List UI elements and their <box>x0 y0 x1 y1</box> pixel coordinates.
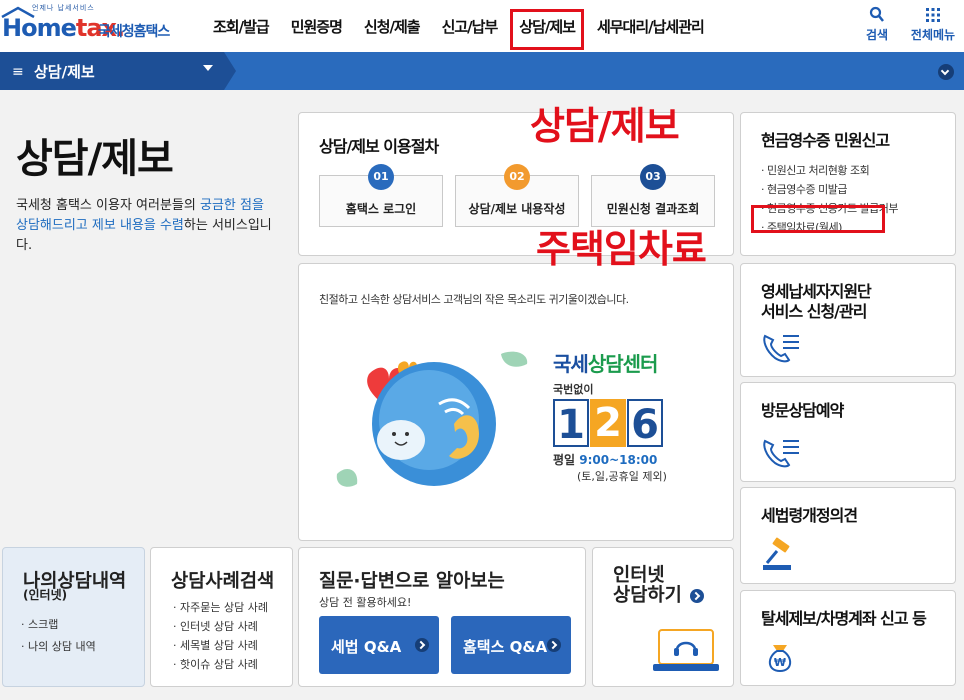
button-label: 홈택스 Q&A <box>463 638 548 656</box>
intro-section: 상담/제보 국세청 홈택스 이용자 여러분들의 궁금한 점을 상담해드리고 제보… <box>0 90 296 545</box>
arrow-right-icon <box>547 638 561 652</box>
page-title: 상담/제보 <box>16 136 174 182</box>
menu-item-agent[interactable]: 세무대리/납세관리 <box>586 0 715 52</box>
card-title: 영세납세자지원단 서비스 신청/관리 <box>761 282 872 321</box>
menu-item-consult[interactable]: 상담/제보 <box>508 0 586 52</box>
internet-consult-card[interactable]: 인터넷 상담하기 <box>592 547 734 687</box>
sub-nav-bar: ≡ 상담/제보 <box>0 52 964 90</box>
banner-message: 친절하고 신속한 상담서비스 고객님의 작은 목소리도 귀기울이겠습니다. <box>319 293 629 306</box>
search-label: 검색 <box>865 28 889 42</box>
hamburger-icon: ≡ <box>12 64 24 80</box>
card-title: 질문·답변으로 알아보는 <box>319 571 505 592</box>
call-number-126: 1 2 6 <box>553 399 667 448</box>
search-icon <box>869 6 884 22</box>
search-button[interactable]: 검색 <box>852 6 902 43</box>
main-menu: 조회/발급 민원증명 신청/제출 신고/납부 상담/제보 세무대리/납세관리 <box>202 0 715 52</box>
button-label: 세법 Q&A <box>331 638 402 656</box>
laptop-headset-icon <box>653 629 719 671</box>
closed-days: (토,일,공휴일 제외) <box>577 470 667 483</box>
all-menu-button[interactable]: 전체메뉴 <box>908 6 958 43</box>
digit: 1 <box>553 399 589 448</box>
case-list: · 자주묻는 상담 사례 · 인터넷 상담 사례 · 세목별 상담 사례 · 핫… <box>173 598 268 674</box>
my-consult-list: · 스크랩 · 나의 상담 내역 <box>21 614 96 658</box>
list-item[interactable]: · 나의 상담 내역 <box>21 636 96 658</box>
call-center-banner: 친절하고 신속한 상담서비스 고객님의 작은 목소리도 귀기울이겠습니다. 국세… <box>298 263 734 541</box>
expand-circle-icon[interactable] <box>938 64 954 80</box>
logo-tagline: 언제나 납세서비스 <box>32 4 95 12</box>
visit-reservation-card[interactable]: 방문상담예약 <box>740 382 956 482</box>
annotation-consult: 상담/제보 <box>530 104 680 148</box>
caret-down-icon <box>203 65 213 71</box>
gavel-icon <box>763 537 791 570</box>
list-item[interactable]: · 핫이슈 상담 사례 <box>173 655 268 674</box>
no-area-code-label: 국번없이 <box>553 383 594 396</box>
card-title: 탈세제보/차명계좌 신고 등 <box>761 609 927 628</box>
list-item[interactable]: · 민원신고 처리현황 조회 <box>761 161 898 180</box>
arrow-right-icon <box>415 638 429 652</box>
step-label: 상담/제보 내용작성 <box>468 202 566 216</box>
all-menu-label: 전체메뉴 <box>910 28 956 42</box>
tax-law-qa-button[interactable]: 세법 Q&A <box>319 616 439 674</box>
call-center-brand: 국세상담센터 <box>553 352 658 376</box>
card-subtitle: (인터넷) <box>23 588 68 602</box>
annotation-rent: 주택임차료 <box>536 227 707 271</box>
list-item[interactable]: · 자주묻는 상담 사례 <box>173 598 268 617</box>
step-number: 03 <box>640 164 666 190</box>
digit: 2 <box>590 399 626 447</box>
breadcrumb-label: 상담/제보 <box>34 63 95 81</box>
cash-receipt-title: 현금영수증 민원신고 <box>761 131 890 150</box>
qa-card: 질문·답변으로 알아보는 상담 전 활용하세요! 세법 Q&A 홈택스 Q&A <box>298 547 586 687</box>
card-title: 인터넷 상담하기 <box>613 566 705 606</box>
highlight-box <box>751 205 885 233</box>
my-consult-history-card[interactable]: 나의상담내역 (인터넷) · 스크랩 · 나의 상담 내역 <box>2 547 145 687</box>
card-subtitle: 상담 전 활용하세요! <box>319 596 412 609</box>
digit: 6 <box>627 399 663 448</box>
small-taxpayer-card[interactable]: 영세납세자지원단 서비스 신청/관리 <box>740 263 956 377</box>
phone-globe-illustration <box>336 351 528 487</box>
tax-evasion-report-card[interactable]: 탈세제보/차명계좌 신고 등 ₩ <box>740 590 956 686</box>
hometax-qa-button[interactable]: 홈택스 Q&A <box>451 616 571 674</box>
weekday-hours: 평일 9:00~18:00 <box>553 453 658 467</box>
svg-text:₩: ₩ <box>774 656 786 669</box>
card-title: 세법령개정의견 <box>761 506 858 525</box>
phone-icon <box>763 334 799 363</box>
card-title: 방문상담예약 <box>761 401 844 420</box>
list-item[interactable]: · 인터넷 상담 사례 <box>173 617 268 636</box>
procedure-title: 상담/제보 이용절차 <box>319 137 439 156</box>
menu-item-filing[interactable]: 신고/납부 <box>431 0 509 52</box>
step-login[interactable]: 01 홈택스 로그인 <box>319 164 443 227</box>
list-item[interactable]: · 세목별 상담 사례 <box>173 636 268 655</box>
menu-item-certificate[interactable]: 민원증명 <box>280 0 353 52</box>
call-center-info: 국세상담센터 국번없이 1 2 6 평일 9:00~18:00 (토,일,공휴일… <box>553 348 667 484</box>
list-item[interactable]: · 스크랩 <box>21 614 96 636</box>
arrow-right-icon <box>690 588 705 603</box>
step-label: 민원신청 결과조회 <box>606 202 700 216</box>
card-title: 상담사례검색 <box>171 571 275 592</box>
tax-law-opinion-card[interactable]: 세법령개정의견 <box>740 487 956 584</box>
grid-menu-icon <box>926 8 940 22</box>
breadcrumb-dropdown[interactable]: ≡ 상담/제보 <box>0 52 236 90</box>
menu-item-apply[interactable]: 신청/제출 <box>353 0 431 52</box>
list-item[interactable]: · 현금영수증 미발급 <box>761 180 898 199</box>
logo-nts-text: 국세청홈택스 <box>98 24 170 40</box>
step-number: 01 <box>368 164 394 190</box>
money-bag-icon: ₩ <box>768 645 792 673</box>
intro-description: 국세청 홈택스 이용자 여러분들의 궁금한 점을 상담해드리고 제보 내용을 수… <box>16 198 272 253</box>
menu-item-lookup[interactable]: 조회/발급 <box>202 0 280 52</box>
step-label: 홈택스 로그인 <box>345 202 417 216</box>
step-number: 02 <box>504 164 530 190</box>
top-header: 언제나 납세서비스 Hometax. 국세청홈택스 조회/발급 민원증명 신청/… <box>0 0 964 52</box>
cash-receipt-card[interactable]: 현금영수증 민원신고 · 민원신고 처리현황 조회 · 현금영수증 미발급 · … <box>740 112 956 256</box>
case-search-card[interactable]: 상담사례검색 · 자주묻는 상담 사례 · 인터넷 상담 사례 · 세목별 상담… <box>150 547 293 687</box>
hometax-logo[interactable]: 언제나 납세서비스 Hometax. 국세청홈택스 <box>0 3 190 47</box>
phone-icon <box>763 439 799 468</box>
